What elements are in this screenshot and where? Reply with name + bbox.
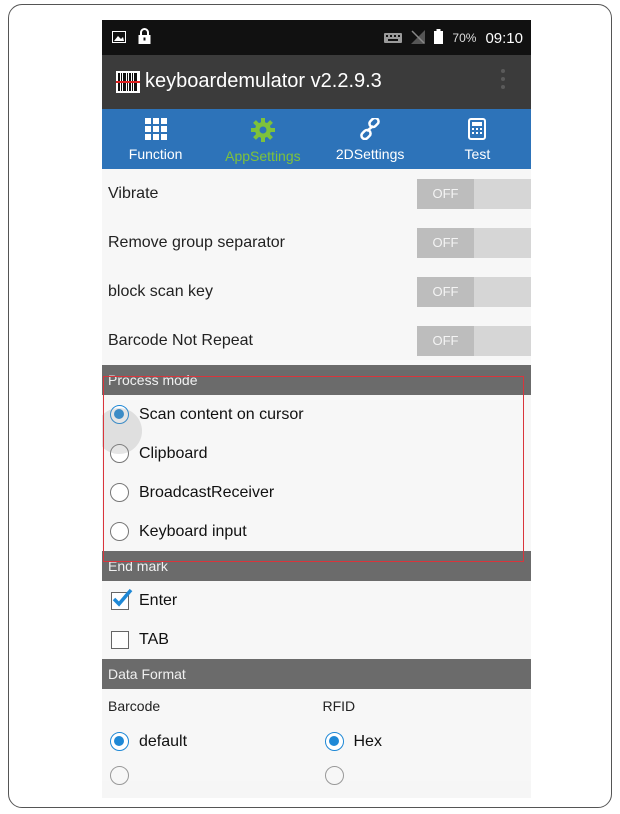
setting-label: Barcode Not Repeat xyxy=(108,331,253,349)
tab-2dsettings[interactable]: 2DSettings xyxy=(317,109,424,169)
setting-row-barcode-not-repeat: Barcode Not Repeat OFF xyxy=(102,316,531,365)
option-label: Enter xyxy=(139,591,178,609)
tab-label: Test xyxy=(464,146,491,162)
setting-row-remove-group-separator: Remove group separator OFF xyxy=(102,218,531,267)
tab-label: AppSettings xyxy=(225,148,301,164)
option-label: Clipboard xyxy=(139,444,208,462)
radio-option-rfid-hex[interactable]: Hex xyxy=(317,732,532,751)
checkbox-checked[interactable] xyxy=(111,588,133,610)
radio-option-scan-content[interactable]: Scan content on cursor xyxy=(102,395,531,434)
gear-icon xyxy=(250,118,275,142)
checkbox-option-tab[interactable]: TAB xyxy=(102,620,531,659)
vibrate-toggle[interactable]: OFF xyxy=(417,178,531,209)
option-label: Hex xyxy=(353,732,382,750)
setting-label: block scan key xyxy=(108,282,213,300)
setting-row-block-scan-key: block scan key OFF xyxy=(102,267,531,316)
battery-icon xyxy=(434,29,444,47)
clock: 09:10 xyxy=(485,29,523,47)
app-title: keyboardemulator v2.2.9.3 xyxy=(145,70,382,92)
checkbox-option-enter[interactable]: Enter xyxy=(102,581,531,620)
radio-button[interactable] xyxy=(324,766,344,785)
action-bar: keyboardemulator v2.2.9.3 xyxy=(102,55,531,109)
toggle-state: OFF xyxy=(417,227,474,258)
battery-percent: 70% xyxy=(452,31,477,45)
barcode-not-repeat-toggle[interactable]: OFF xyxy=(417,325,531,356)
partially-visible-options xyxy=(102,761,531,785)
screenshot-icon xyxy=(112,30,126,46)
tab-function[interactable]: Function xyxy=(102,109,209,169)
radio-button[interactable] xyxy=(110,766,129,785)
radio-option-broadcast-receiver[interactable]: BroadcastReceiver xyxy=(102,473,531,512)
lock-icon xyxy=(138,28,151,47)
section-header-end-mark: End mark xyxy=(102,551,531,581)
block-scan-key-toggle[interactable]: OFF xyxy=(417,276,531,307)
option-label: Scan content on cursor xyxy=(139,405,304,423)
tab-bar: Function AppSettings 2DSettings Test xyxy=(102,109,531,169)
setting-label: Remove group separator xyxy=(108,233,285,251)
tab-test[interactable]: Test xyxy=(424,109,531,169)
section-header-data-format: Data Format xyxy=(102,659,531,689)
radio-option-barcode-default[interactable]: default xyxy=(102,732,317,751)
status-bar: 70% 09:10 xyxy=(102,20,531,55)
toggle-state: OFF xyxy=(417,276,474,307)
tab-label: 2DSettings xyxy=(335,146,405,162)
checkbox-unchecked[interactable] xyxy=(111,630,129,649)
setting-row-vibrate: Vibrate OFF xyxy=(102,169,531,218)
no-signal-icon xyxy=(411,29,426,47)
radio-button[interactable] xyxy=(110,405,129,424)
radio-button[interactable] xyxy=(324,732,344,751)
overflow-menu-icon[interactable] xyxy=(501,69,505,89)
grid-icon xyxy=(144,118,167,140)
toggle-state: OFF xyxy=(417,325,474,356)
option-label: TAB xyxy=(139,630,169,648)
link-icon xyxy=(358,118,382,140)
toggle-state: OFF xyxy=(417,178,474,209)
tab-label: Function xyxy=(128,146,183,162)
phone-screen: 70% 09:10 keyboardemulator v2.2.9.3 Func… xyxy=(102,20,531,798)
data-format-subheaders: Barcode RFID xyxy=(102,689,531,722)
data-format-options: default Hex xyxy=(102,722,531,761)
radio-button[interactable] xyxy=(110,522,129,541)
radio-button[interactable] xyxy=(110,444,129,463)
rfid-subheader: RFID xyxy=(322,697,356,714)
keyboard-icon xyxy=(384,30,403,46)
calculator-icon xyxy=(468,118,487,140)
barcode-subheader: Barcode xyxy=(108,697,161,714)
section-header-process-mode: Process mode xyxy=(102,365,531,395)
tab-appsettings[interactable]: AppSettings xyxy=(209,109,316,169)
setting-label: Vibrate xyxy=(108,184,159,202)
option-label: Keyboard input xyxy=(139,522,247,540)
option-label: default xyxy=(139,732,188,750)
radio-option-keyboard-input[interactable]: Keyboard input xyxy=(102,512,531,551)
option-label: BroadcastReceiver xyxy=(139,483,275,501)
barcode-app-icon xyxy=(116,71,140,98)
remove-group-separator-toggle[interactable]: OFF xyxy=(417,227,531,258)
radio-option-clipboard[interactable]: Clipboard xyxy=(102,434,531,473)
radio-button[interactable] xyxy=(110,483,129,502)
radio-button[interactable] xyxy=(110,732,129,751)
